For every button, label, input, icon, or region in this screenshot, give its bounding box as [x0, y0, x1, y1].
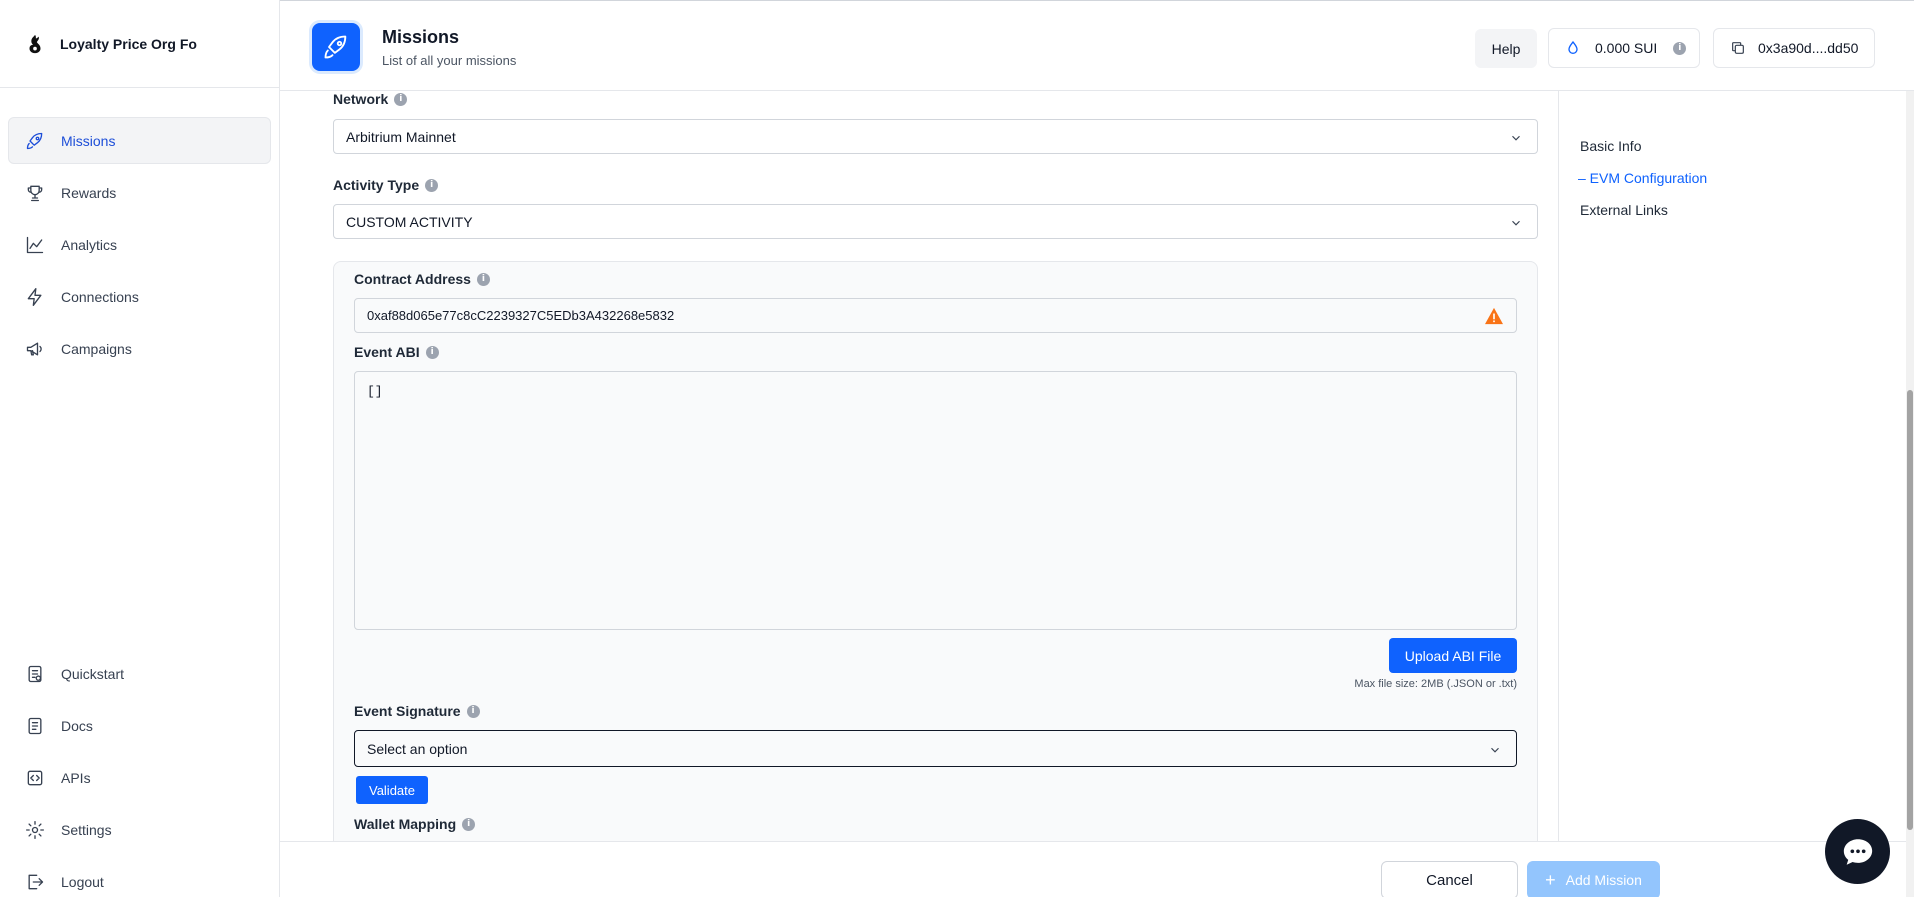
sidebar: Loyalty Price Org Fo Missions Rewards An… — [0, 0, 280, 897]
page-subtitle: List of all your missions — [382, 53, 517, 68]
event-abi-label-text: Event ABI — [354, 344, 420, 360]
scrollbar-thumb[interactable] — [1907, 390, 1913, 830]
event-signature-label-text: Event Signature — [354, 703, 461, 719]
toc-item-evm-configuration[interactable]: – EVM Configuration — [1578, 170, 1707, 186]
sidebar-item-docs[interactable]: Docs — [8, 702, 271, 749]
toc-item-external-links[interactable]: External Links — [1580, 202, 1668, 218]
chevron-down-icon — [1512, 220, 1520, 226]
info-icon[interactable]: i — [425, 178, 439, 192]
page-header: Missions List of all your missions Help … — [280, 0, 1914, 91]
network-select[interactable]: Arbitrium Mainnet — [333, 119, 1538, 154]
sui-balance-button[interactable]: 0.000 SUI i — [1548, 28, 1700, 68]
sui-drop-icon — [1568, 40, 1578, 54]
info-icon[interactable]: i — [425, 345, 439, 359]
sidebar-item-settings[interactable]: Settings — [8, 806, 271, 853]
upload-abi-button[interactable]: Upload ABI File — [1389, 638, 1517, 673]
contract-address-value: 0xaf88d065e77c8cC2239327C5EDb3A432268e58… — [367, 308, 675, 323]
add-mission-button[interactable]: + Add Mission — [1527, 861, 1660, 897]
sidebar-item-label: Connections — [61, 288, 139, 305]
info-icon[interactable]: i — [462, 817, 476, 831]
brand-logo-icon — [29, 34, 41, 53]
event-abi-textarea[interactable]: [] — [354, 371, 1517, 630]
rocket-icon — [324, 35, 347, 59]
sidebar-item-label: Settings — [61, 821, 112, 838]
trophy-icon — [27, 185, 43, 201]
contract-address-input[interactable]: 0xaf88d065e77c8cC2239327C5EDb3A432268e58… — [354, 298, 1517, 333]
rocket-icon — [26, 132, 43, 149]
warning-icon — [1485, 307, 1503, 325]
missions-header-icon — [312, 23, 360, 71]
network-label: Network i — [333, 91, 408, 107]
chevron-down-icon — [1491, 747, 1499, 753]
cancel-button[interactable]: Cancel — [1381, 861, 1518, 897]
sui-balance: 0.000 SUI — [1595, 40, 1658, 56]
wallet-mapping-label: Wallet Mapping i — [354, 816, 476, 832]
validate-button[interactable]: Validate — [356, 776, 428, 804]
wallet-address: 0x3a90d....dd50 — [1758, 40, 1859, 56]
gear-icon — [26, 820, 44, 839]
wallet-address-button[interactable]: 0x3a90d....dd50 — [1713, 28, 1875, 68]
sidebar-item-label: Missions — [61, 132, 116, 149]
activity-type-label-text: Activity Type — [333, 177, 420, 193]
sidebar-item-campaigns[interactable]: Campaigns — [8, 325, 271, 372]
upload-hint: Max file size: 2MB (.JSON or .txt) — [1354, 678, 1517, 690]
activity-type-select[interactable]: CUSTOM ACTIVITY — [333, 204, 1538, 239]
docs-icon — [28, 717, 42, 734]
sidebar-item-missions[interactable]: Missions — [8, 117, 271, 164]
network-label-text: Network — [333, 91, 389, 107]
sidebar-item-label: APIs — [61, 769, 91, 786]
contract-address-label-text: Contract Address — [354, 271, 471, 287]
event-signature-select[interactable]: Select an option — [354, 730, 1517, 767]
info-icon[interactable]: i — [466, 704, 480, 718]
activity-type-label: Activity Type i — [333, 177, 439, 193]
info-icon[interactable]: i — [394, 92, 408, 106]
bolt-icon — [27, 287, 42, 306]
sidebar-item-analytics[interactable]: Analytics — [8, 221, 271, 268]
chevron-down-icon — [1512, 135, 1520, 141]
info-icon[interactable]: i — [1673, 41, 1687, 55]
brand[interactable]: Loyalty Price Org Fo — [0, 0, 279, 88]
toc-divider — [1558, 91, 1559, 841]
megaphone-icon — [26, 342, 42, 355]
wallet-mapping-label-text: Wallet Mapping — [354, 816, 457, 832]
code-icon — [27, 770, 43, 785]
sidebar-item-label: Analytics — [61, 236, 118, 253]
sidebar-nav: Missions Rewards Analytics Connections C… — [0, 88, 279, 372]
logout-icon — [28, 874, 44, 889]
sidebar-item-label: Campaigns — [61, 340, 132, 357]
toc-item-basic-info[interactable]: Basic Info — [1580, 138, 1641, 154]
sidebar-item-connections[interactable]: Connections — [8, 273, 271, 320]
sidebar-item-logout[interactable]: Logout — [8, 858, 271, 897]
info-icon[interactable]: i — [476, 272, 490, 286]
network-select-value: Arbitrium Mainnet — [346, 128, 456, 145]
page-title: Missions — [382, 27, 460, 47]
brand-name: Loyalty Price Org Fo — [60, 35, 197, 52]
chat-launcher-button[interactable] — [1825, 819, 1890, 884]
activity-type-select-value: CUSTOM ACTIVITY — [346, 213, 473, 230]
plus-icon: + — [1545, 870, 1556, 890]
event-abi-label: Event ABI i — [354, 344, 439, 360]
event-signature-label: Event Signature i — [354, 703, 480, 719]
sidebar-nav-bottom: Quickstart Docs APIs Settings Logout — [8, 650, 271, 897]
quickstart-icon — [28, 665, 42, 682]
sidebar-item-label: Rewards — [61, 184, 117, 201]
chart-line-icon — [26, 236, 44, 253]
copy-icon — [1732, 42, 1744, 54]
chat-bubble-icon — [1843, 838, 1872, 865]
add-mission-label: Add Mission — [1565, 872, 1642, 888]
sidebar-item-rewards[interactable]: Rewards — [8, 169, 271, 216]
form-footer: Cancel + Add Mission — [280, 841, 1906, 897]
sidebar-item-quickstart[interactable]: Quickstart — [8, 650, 271, 697]
contract-address-label: Contract Address i — [354, 271, 490, 287]
sidebar-item-label: Logout — [61, 873, 104, 890]
sidebar-item-label: Quickstart — [61, 665, 125, 682]
help-button[interactable]: Help — [1475, 29, 1537, 68]
sidebar-item-apis[interactable]: APIs — [8, 754, 271, 801]
event-signature-placeholder: Select an option — [367, 740, 468, 757]
sidebar-item-label: Docs — [61, 717, 93, 734]
